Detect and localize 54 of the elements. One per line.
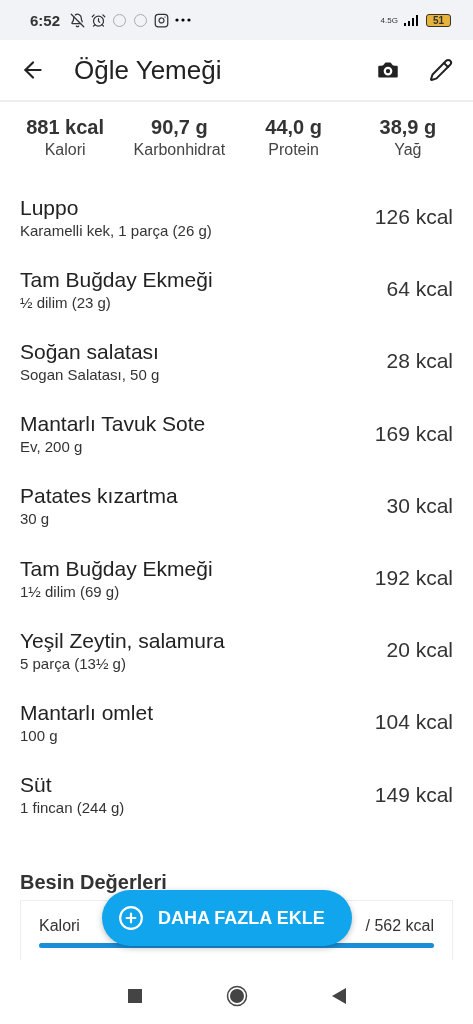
food-name[interactable]: Tam Buğday Ekmeği: [20, 267, 387, 292]
summary-label: Protein: [268, 141, 319, 159]
food-detail: 1 fincan (244 g): [20, 799, 126, 817]
edit-icon[interactable]: [429, 58, 453, 82]
food-detail: 30 g: [20, 510, 51, 528]
food-name[interactable]: Mantarlı Tavuk Sote: [20, 412, 375, 437]
page-title: Öğle Yemeği: [74, 54, 223, 86]
summary-value: 90,7 g: [151, 116, 208, 139]
battery-level: 51: [425, 13, 451, 27]
food-calories: 28 kcal: [386, 349, 453, 374]
summary-value: 881 kcal: [26, 116, 105, 139]
food-calories: 20 kcal: [386, 638, 453, 663]
nutrient-value: / 562 kcal: [365, 916, 434, 935]
food-detail: 5 parça (13½ g): [20, 654, 127, 672]
food-detail: Karamelli kek, 1 parça (26 g): [20, 221, 213, 239]
home-icon[interactable]: [225, 985, 248, 1007]
summary-label: Kalori: [44, 141, 86, 159]
food-detail: 100 g: [20, 726, 59, 744]
alarm-icon: [91, 12, 107, 28]
signal-icon: [403, 14, 420, 26]
bell-off-icon: [70, 12, 86, 28]
food-name[interactable]: Luppo: [20, 195, 375, 220]
food-detail: Sogan Salatası, 50 g: [20, 365, 161, 383]
summary-label: Yağ: [394, 141, 422, 159]
back-nav-icon[interactable]: [331, 988, 346, 1004]
food-calories: 126 kcal: [374, 205, 453, 230]
food-name[interactable]: Süt: [20, 773, 375, 798]
circle-icon: [112, 12, 128, 28]
plus-circle-icon: [118, 905, 144, 931]
food-detail: Ev, 200 g: [20, 438, 84, 456]
recents-icon[interactable]: [127, 989, 142, 1003]
food-calories: 30 kcal: [386, 493, 453, 518]
food-calories: 64 kcal: [386, 277, 453, 302]
food-calories: 104 kcal: [374, 710, 453, 735]
food-name[interactable]: Patates kızartma: [20, 484, 387, 509]
food-name[interactable]: Yeşil Zeytin, salamura: [20, 628, 387, 653]
food-detail: 1½ dilim (69 g): [20, 582, 121, 600]
food-calories: 149 kcal: [374, 782, 453, 807]
food-calories: 192 kcal: [374, 566, 453, 591]
status-time: 6:52: [30, 11, 61, 29]
circle-icon: [133, 12, 149, 28]
summary-value: 38,9 g: [379, 116, 437, 139]
more-icon: [175, 18, 192, 22]
food-detail: ½ dilim (23 g): [20, 293, 112, 311]
summary-label: Karbonhidrat: [133, 141, 226, 159]
nutrient-label: Kalori: [39, 916, 80, 935]
section-title: Besin Değerleri: [20, 870, 167, 893]
food-name[interactable]: Tam Buğday Ekmeği: [20, 556, 375, 581]
food-name[interactable]: Mantarlı omlet: [20, 700, 375, 725]
food-name[interactable]: Soğan salatası: [20, 339, 387, 364]
camera-app-icon: [154, 12, 170, 28]
network-type: 4.5G: [380, 15, 398, 25]
food-calories: 169 kcal: [374, 421, 453, 446]
summary-value: 44,0 g: [265, 116, 322, 139]
